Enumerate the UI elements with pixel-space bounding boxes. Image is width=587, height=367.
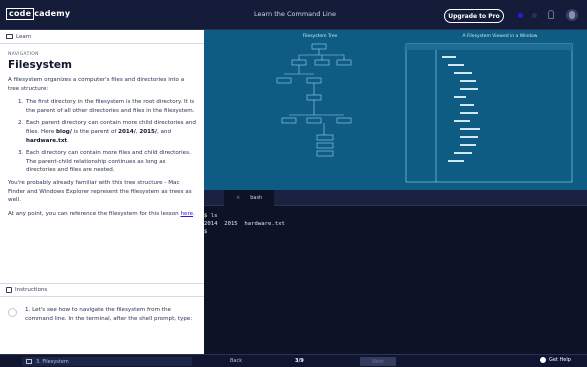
task-item: 1. Let's see how to navigate the filesys… xyxy=(0,300,204,354)
top-bar: code cademy Learn the Command Line Upgrad… xyxy=(0,0,587,30)
menu-dot-icon[interactable] xyxy=(532,13,537,18)
course-menu-button[interactable]: 3. Filesystem xyxy=(22,357,192,366)
terminal-line: 2014 2015 hardware.txt xyxy=(204,221,285,227)
course-menu-label: 3. Filesystem xyxy=(36,358,69,365)
get-help-label: Get Help xyxy=(549,357,571,363)
code-2015: 2015/ xyxy=(139,128,157,135)
terminal-line: $ xyxy=(204,229,208,235)
close-icon[interactable]: × xyxy=(236,195,240,201)
lesson-paragraph: At any point, you can reference the file… xyxy=(8,210,196,219)
lesson-list: 1. The first directory in the filesystem… xyxy=(18,98,196,175)
checklist-icon xyxy=(6,287,12,293)
diagram-left-label: Filesystem Tree xyxy=(303,33,338,39)
terminal-tab-label: bash xyxy=(250,195,263,201)
list-item: 2. Each parent directory can contain mor… xyxy=(18,119,196,145)
lesson-title: Filesystem xyxy=(8,59,72,71)
terminal-output[interactable]: $ ls 2014 2015 hardware.txt $ xyxy=(204,206,587,236)
instructions-label: Instructions xyxy=(15,287,48,293)
logo-box-text: code xyxy=(6,8,35,20)
text-run: . xyxy=(67,137,69,144)
lesson-content: NAVIGATION Filesystem A filesystem organ… xyxy=(0,44,204,218)
text-run: , and xyxy=(156,128,172,135)
codecademy-logo[interactable]: code cademy xyxy=(6,8,70,20)
help-icon xyxy=(540,357,546,363)
list-text: Each parent directory can contain more c… xyxy=(26,119,196,145)
list-text: The first directory in the filesystem is… xyxy=(26,99,195,114)
lesson-kicker: NAVIGATION xyxy=(8,52,39,57)
get-help-button[interactable]: Get Help xyxy=(540,357,571,363)
task-checkbox-icon[interactable] xyxy=(8,308,17,317)
terminal[interactable]: × bash $ ls 2014 2015 hardware.txt $ xyxy=(204,190,587,354)
course-title: Learn the Command Line xyxy=(254,10,336,18)
avatar[interactable] xyxy=(566,9,578,21)
upgrade-button[interactable]: Upgrade to Pro xyxy=(444,9,504,23)
diagram-right-label: A Filesystem Viewed in a Window xyxy=(463,33,538,39)
terminal-tab[interactable]: × bash xyxy=(224,190,275,206)
task-text: 1. Let's see how to navigate the filesys… xyxy=(25,307,193,322)
code-blog: blog/ xyxy=(56,128,72,135)
list-number: 3. xyxy=(18,150,24,157)
filesystem-diagram: Filesystem Tree A Filesystem Viewed in a… xyxy=(204,30,587,190)
filesystem-link[interactable]: here xyxy=(180,211,193,217)
lesson-intro: A filesystem organizes a computer's file… xyxy=(8,77,185,92)
code-hardware: hardware.txt xyxy=(26,137,68,144)
instructions-header: Instructions xyxy=(0,283,204,297)
lesson-paragraph: You're probably already familiar with th… xyxy=(8,179,192,204)
learn-header-label: Learn xyxy=(16,33,32,40)
logo-rest-text: cademy xyxy=(34,9,71,18)
list-text: Each directory can contain more files an… xyxy=(26,150,191,174)
menu-icon xyxy=(26,359,32,364)
text-run: At any point, you can reference the file… xyxy=(8,210,181,217)
list-number: 1. xyxy=(18,99,24,106)
code-2014: 2014/ xyxy=(118,128,136,135)
list-item: 1. The first directory in the filesystem… xyxy=(18,98,196,115)
text-run: . xyxy=(193,210,195,217)
page-indicator: 3/9 xyxy=(295,358,304,364)
list-item: 3. Each directory can contain more files… xyxy=(18,149,196,175)
book-icon xyxy=(6,34,13,39)
terminal-line: $ ls xyxy=(204,213,218,219)
list-number: 2. xyxy=(18,120,24,127)
notification-dot-icon[interactable] xyxy=(518,13,523,18)
terminal-tab-bar: × bash xyxy=(204,190,587,206)
learn-header: Learn xyxy=(0,30,204,44)
lesson-pane: Learn NAVIGATION Filesystem A filesystem… xyxy=(0,30,204,354)
next-button[interactable]: Next xyxy=(360,357,396,366)
back-button[interactable]: Back xyxy=(230,358,242,364)
diagram-svg: Filesystem Tree A Filesystem Viewed in a… xyxy=(204,30,587,190)
bell-icon[interactable] xyxy=(548,10,554,19)
text-run: is the parent of xyxy=(71,128,119,135)
bottom-bar: 3. Filesystem Back 3/9 Next Get Help xyxy=(0,354,587,367)
